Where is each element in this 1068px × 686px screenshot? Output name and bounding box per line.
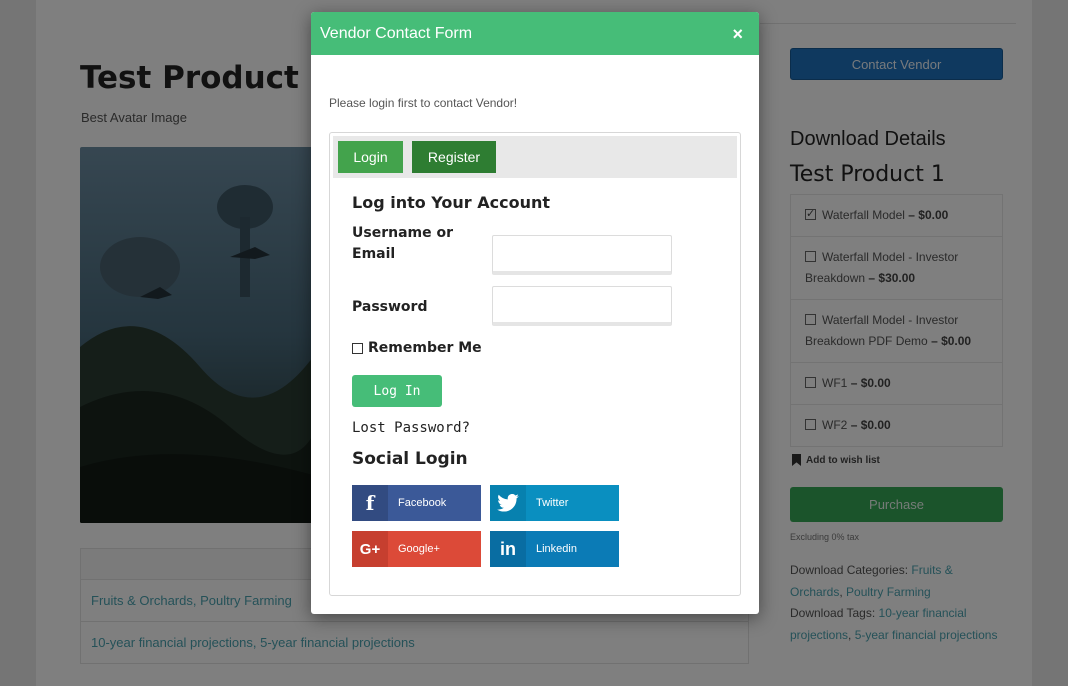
modal-title: Vendor Contact Form: [320, 24, 473, 42]
remember-me-checkbox[interactable]: [352, 342, 363, 354]
close-icon[interactable]: ×: [732, 25, 743, 43]
lost-password-link[interactable]: Lost Password?: [352, 420, 470, 436]
twitter-icon: [490, 485, 526, 521]
password-label: Password: [352, 299, 428, 315]
login-form-box: Login Register Log into Your Account Use…: [329, 132, 741, 596]
linkedin-login-button[interactable]: in Linkedin: [490, 531, 619, 567]
username-label: Username or Email: [352, 225, 453, 262]
google-label: Google+: [398, 543, 440, 555]
login-button[interactable]: Log In: [352, 375, 442, 407]
twitter-login-button[interactable]: Twitter: [490, 485, 619, 521]
login-required-note: Please login first to contact Vendor!: [329, 96, 518, 110]
tab-login[interactable]: Login: [338, 141, 403, 173]
google-login-button[interactable]: G+ Google+: [352, 531, 481, 567]
tab-register[interactable]: Register: [412, 141, 496, 173]
twitter-label: Twitter: [536, 497, 569, 509]
vendor-contact-modal: Vendor Contact Form × Please login first…: [311, 12, 759, 614]
social-login-heading: Social Login: [352, 449, 468, 469]
facebook-label: Facebook: [398, 497, 447, 509]
form-heading: Log into Your Account: [352, 193, 551, 212]
remember-me-label: Remember Me: [368, 340, 482, 356]
username-field[interactable]: [492, 235, 672, 275]
remember-me-option[interactable]: Remember Me: [352, 340, 482, 356]
facebook-login-button[interactable]: f Facebook: [352, 485, 481, 521]
linkedin-label: Linkedin: [536, 543, 577, 555]
linkedin-icon: in: [490, 531, 526, 567]
modal-header: Vendor Contact Form ×: [311, 12, 759, 55]
password-field[interactable]: [492, 286, 672, 326]
auth-tab-bar: Login Register: [333, 136, 737, 178]
google-plus-icon: G+: [352, 531, 388, 567]
facebook-icon: f: [352, 485, 388, 521]
